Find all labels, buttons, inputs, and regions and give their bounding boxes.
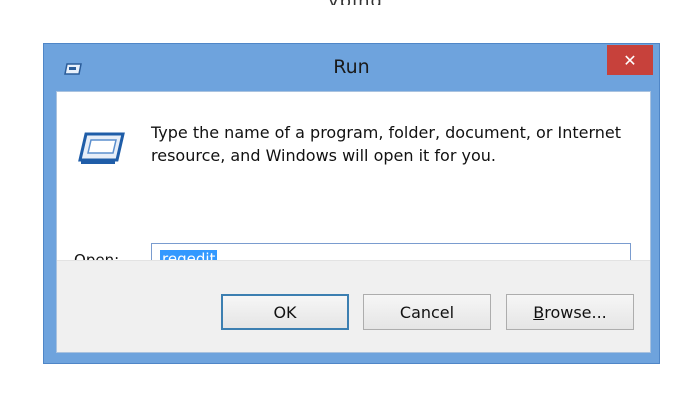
run-icon [75, 126, 127, 168]
dialog-content: Type the name of a program, folder, docu… [56, 91, 651, 353]
dialog-message: Type the name of a program, folder, docu… [151, 121, 641, 167]
dialog-message-line-1: Type the name of a program, folder, docu… [151, 123, 622, 142]
cancel-button-label: Cancel [399, 302, 455, 322]
cancel-button[interactable]: Cancel [363, 294, 491, 330]
title-bar[interactable]: Run ✕ [44, 44, 659, 91]
run-dialog-window: Run ✕ Type the name of a program, folder… [43, 43, 660, 364]
close-icon: ✕ [623, 50, 637, 70]
ok-button-label: OK [273, 302, 297, 322]
dialog-message-line-2: resource, and Windows will open it for y… [151, 146, 496, 165]
window-title: Run [333, 56, 370, 78]
browse-button[interactable]: Browse... [506, 294, 634, 330]
close-button[interactable]: ✕ [607, 45, 653, 75]
browse-button-mnemonic: B [533, 302, 545, 322]
button-bar: OK Cancel Browse... [57, 260, 650, 352]
ok-button[interactable]: OK [221, 294, 349, 330]
browse-button-label: rowse... [544, 302, 607, 322]
background-text-fragment: yping [328, 0, 383, 5]
